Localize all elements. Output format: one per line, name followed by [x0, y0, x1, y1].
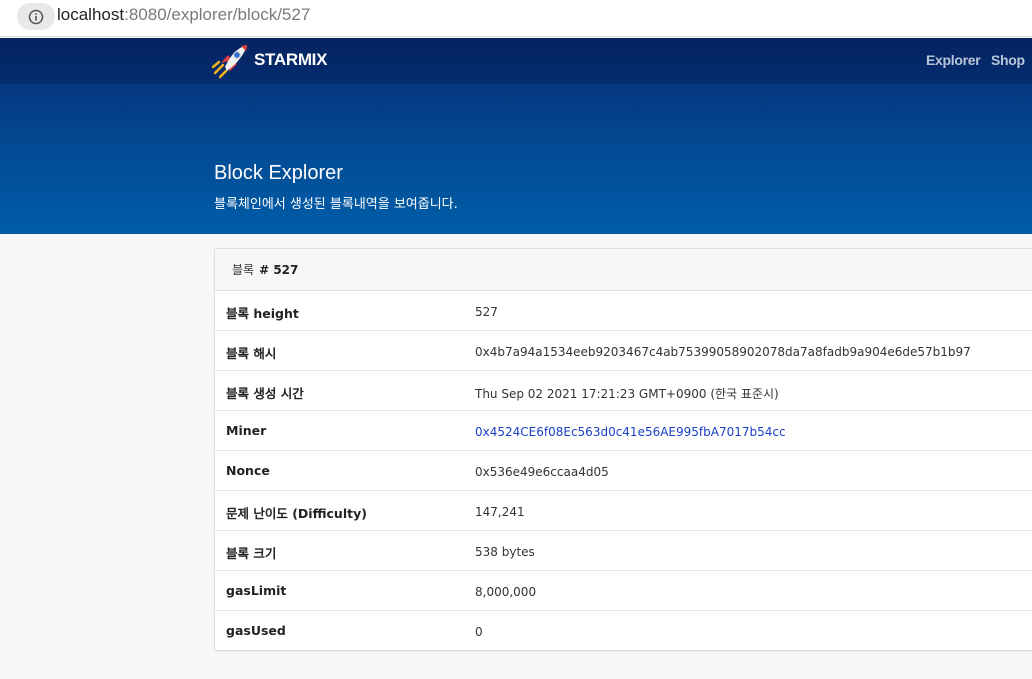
row-label: Nonce	[226, 463, 270, 478]
table-row-timestamp: 블록 생성 시간 Thu Sep 02 2021 17:21:23 GMT+09…	[215, 371, 1032, 411]
card-header-number: # 527	[259, 262, 299, 277]
row-value: 0x536e49e6ccaa4d05	[475, 465, 609, 479]
table-row-miner: Miner 0x4524CE6f08Ec563d0c41e56AE995fbA7…	[215, 411, 1032, 451]
row-label: 블록 생성 시간	[226, 386, 304, 401]
row-value: 0	[475, 625, 483, 639]
row-value: 538 bytes	[475, 545, 535, 559]
card-header: 블록 # 527	[215, 249, 1032, 291]
table-row-gaslimit: gasLimit 8,000,000	[215, 571, 1032, 611]
miner-address-link[interactable]: 0x4524CE6f08Ec563d0c41e56AE995fbA7017b54…	[475, 425, 786, 439]
page-header: STARMIX Explorer Shop Block Explorer 블록체…	[0, 38, 1032, 234]
row-label: 블록 크기	[226, 546, 277, 561]
page-subtitle: 블록체인에서 생성된 블록내역을 보여줍니다.	[214, 197, 458, 212]
top-navbar: STARMIX Explorer Shop	[0, 38, 1032, 84]
browser-address-bar: localhost:8080/explorer/block/527	[0, 0, 1032, 37]
table-row-difficulty: 문제 난이도 (Difficulty) 147,241	[215, 491, 1032, 531]
info-icon[interactable]	[17, 3, 55, 30]
table-row-nonce: Nonce 0x536e49e6ccaa4d05	[215, 451, 1032, 491]
url-path: :8080/explorer/block/527	[124, 5, 311, 24]
table-row-gasused: gasUsed 0	[215, 611, 1032, 651]
rocket-icon[interactable]	[211, 43, 251, 79]
table-row-hash: 블록 해시 0x4b7a94a1534eeb9203467c4ab7539905…	[215, 331, 1032, 371]
row-label: gasUsed	[226, 623, 286, 638]
card-header-label: 블록	[232, 263, 255, 277]
row-label: gasLimit	[226, 583, 287, 598]
row-value: Thu Sep 02 2021 17:21:23 GMT+0900 (한국 표준…	[475, 387, 779, 401]
url-host: localhost	[57, 5, 125, 24]
nav-link-explorer[interactable]: Explorer	[926, 52, 981, 68]
table-row-height: 블록 height 527	[215, 291, 1032, 331]
row-label: 블록 해시	[226, 346, 277, 361]
row-value: 0x4b7a94a1534eeb9203467c4ab7539905890207…	[475, 345, 971, 359]
row-label: Miner	[226, 423, 267, 438]
page-title: Block Explorer	[214, 162, 343, 184]
row-label: 문제 난이도 (Difficulty)	[226, 506, 367, 521]
block-detail-card: 블록 # 527 블록 height 527 블록 해시 0x4b7a94a15…	[214, 248, 1032, 651]
row-label: 블록 height	[226, 306, 299, 321]
row-value: 527	[475, 305, 498, 319]
table-row-size: 블록 크기 538 bytes	[215, 531, 1032, 571]
brand-name[interactable]: STARMIX	[254, 50, 327, 70]
url-field[interactable]: localhost:8080/explorer/block/527	[57, 5, 310, 25]
row-value: 8,000,000	[475, 585, 537, 599]
row-value: 147,241	[475, 505, 525, 519]
nav-link-shop[interactable]: Shop	[991, 52, 1025, 68]
